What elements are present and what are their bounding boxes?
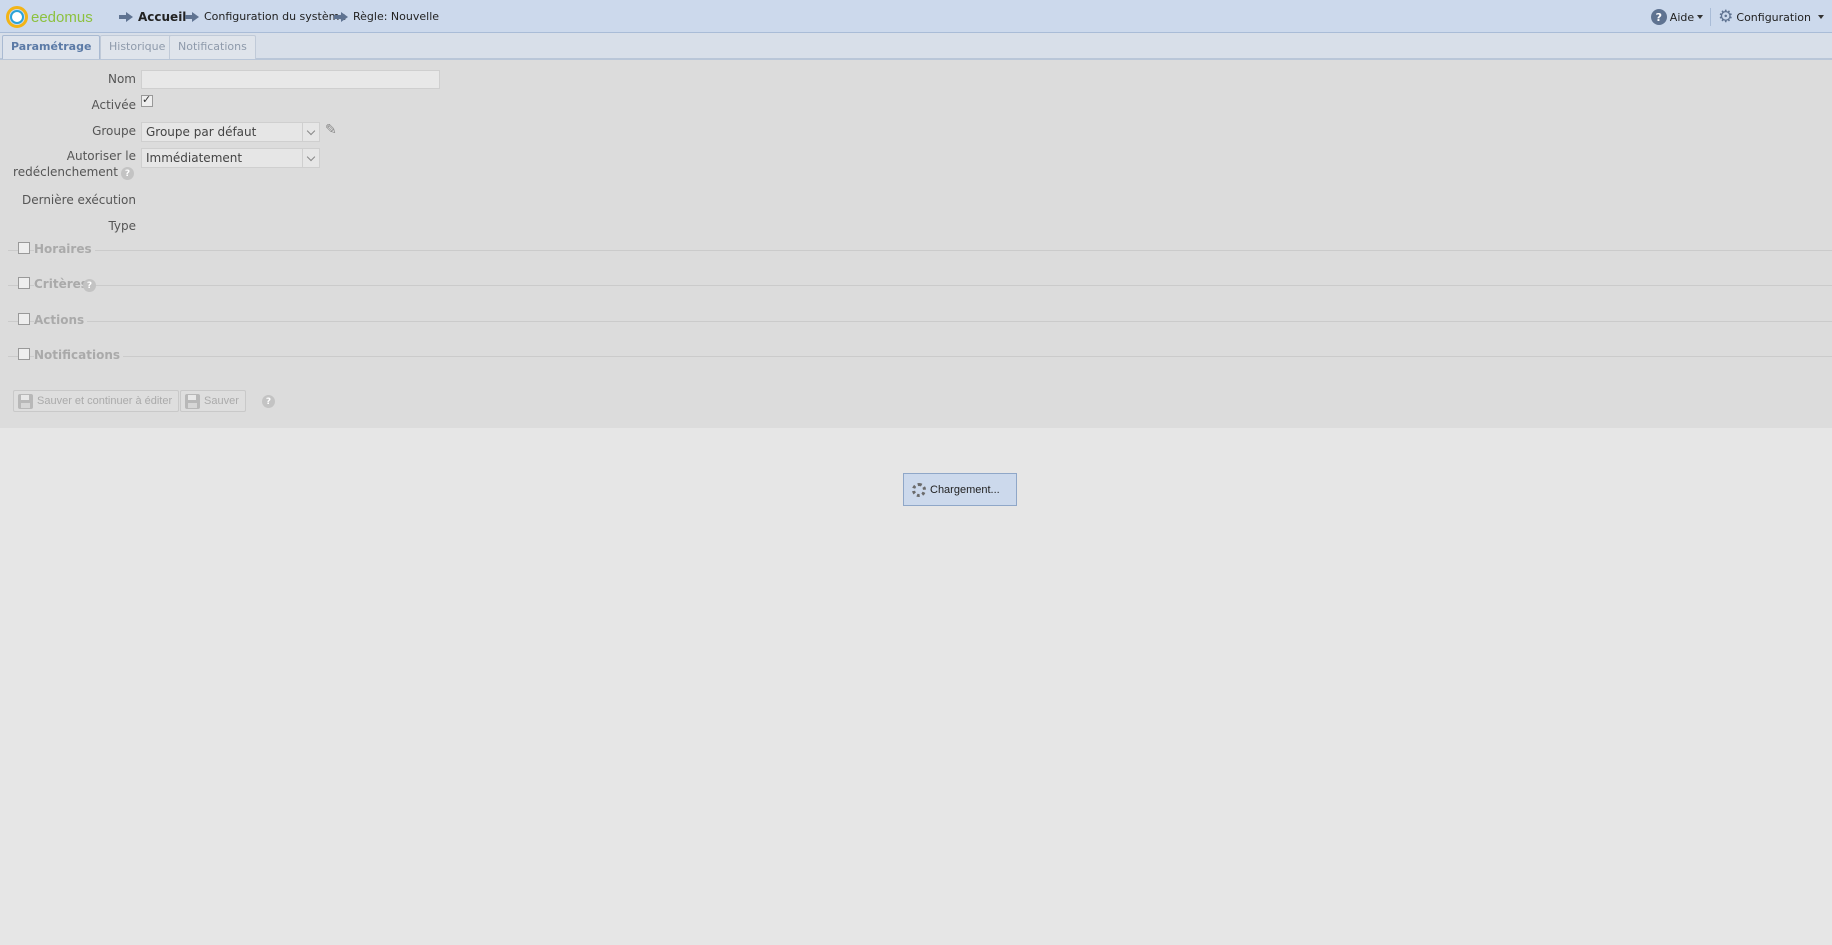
horaires-title: Horaires xyxy=(34,242,95,256)
form-panel: Nom Activée Groupe Groupe par défaut ✎ A… xyxy=(0,60,1832,428)
spinner-icon xyxy=(912,482,926,497)
section-criteres xyxy=(8,285,1832,286)
actions-checkbox[interactable] xyxy=(18,313,30,325)
tab-historique[interactable]: Historique xyxy=(100,35,175,59)
chevron-down-icon xyxy=(302,149,319,167)
tab-parametrage[interactable]: Paramétrage xyxy=(2,35,101,59)
groupe-value: Groupe par défaut xyxy=(146,125,257,139)
caret-down-icon xyxy=(1697,15,1704,19)
horaires-checkbox[interactable] xyxy=(18,242,30,254)
section-actions xyxy=(8,321,1832,322)
eedomus-logo[interactable]: eedomus xyxy=(6,6,93,28)
groupe-label: Groupe xyxy=(92,124,136,138)
redeclenchement-select[interactable]: Immédiatement xyxy=(141,148,320,168)
redeclenchement-label: redéclenchement xyxy=(13,165,118,179)
edit-pencil-icon[interactable]: ✎ xyxy=(325,122,337,138)
activee-checkbox[interactable] xyxy=(141,93,153,107)
chevron-down-icon xyxy=(302,123,319,141)
divider xyxy=(1710,8,1712,26)
actions-title: Actions xyxy=(34,313,88,327)
groupe-select[interactable]: Groupe par défaut xyxy=(141,122,320,142)
breadcrumb-accueil[interactable]: Accueil xyxy=(119,10,186,24)
arrow-right-icon xyxy=(334,11,348,22)
top-right-menu: ? Aide ⚙ Configuration xyxy=(1650,7,1824,27)
breadcrumb-regle[interactable]: Règle: Nouvelle xyxy=(334,10,439,23)
autoriser-label: Autoriser le xyxy=(66,149,136,163)
save-label: Sauver xyxy=(204,395,239,407)
type-label: Type xyxy=(108,219,136,233)
redeclenchement-value: Immédiatement xyxy=(146,151,243,165)
loading-indicator: Chargement... xyxy=(903,473,1017,506)
breadcrumb-configuration[interactable]: Configuration du système xyxy=(185,10,346,23)
gear-icon: ⚙ xyxy=(1718,7,1734,27)
criteres-checkbox[interactable] xyxy=(18,277,30,289)
top-bar: eedomus Accueil Configuration du système… xyxy=(0,0,1832,33)
nom-input[interactable] xyxy=(141,70,440,89)
tab-notifications[interactable]: Notifications xyxy=(169,35,256,59)
breadcrumb-label: Règle: Nouvelle xyxy=(353,10,440,23)
nom-label: Nom xyxy=(107,72,136,86)
logo-text: eedomus xyxy=(31,8,93,26)
breadcrumb-label: Configuration du système xyxy=(204,10,347,23)
derniere-execution-label: Dernière exécution xyxy=(21,193,136,207)
save-continue-label: Sauver et continuer à éditer xyxy=(37,395,173,407)
activee-label: Activée xyxy=(91,98,136,112)
help-icon[interactable]: ? xyxy=(262,395,275,408)
section-horaires xyxy=(8,250,1832,251)
breadcrumb-label: Accueil xyxy=(138,10,187,24)
arrow-right-icon xyxy=(185,11,199,22)
save-button[interactable]: Sauver xyxy=(180,390,246,412)
help-icon[interactable]: ? xyxy=(83,279,96,292)
logo-icon xyxy=(6,6,28,28)
loading-label: Chargement... xyxy=(930,483,1000,496)
floppy-disk-icon xyxy=(18,393,33,409)
notifications-checkbox[interactable] xyxy=(18,348,30,360)
tab-bar: Paramétrage Historique Notifications xyxy=(0,33,1832,60)
help-icon: ? xyxy=(1650,9,1667,25)
help-icon[interactable]: ? xyxy=(121,167,134,180)
section-notifications xyxy=(8,356,1832,357)
caret-down-icon xyxy=(1818,15,1824,19)
configuration-menu[interactable]: Configuration xyxy=(1736,11,1811,24)
floppy-disk-icon xyxy=(185,393,200,409)
notifications-title: Notifications xyxy=(34,348,124,362)
arrow-right-icon xyxy=(119,12,133,22)
help-menu[interactable]: Aide xyxy=(1670,11,1694,24)
save-continue-button[interactable]: Sauver et continuer à éditer xyxy=(13,390,180,412)
